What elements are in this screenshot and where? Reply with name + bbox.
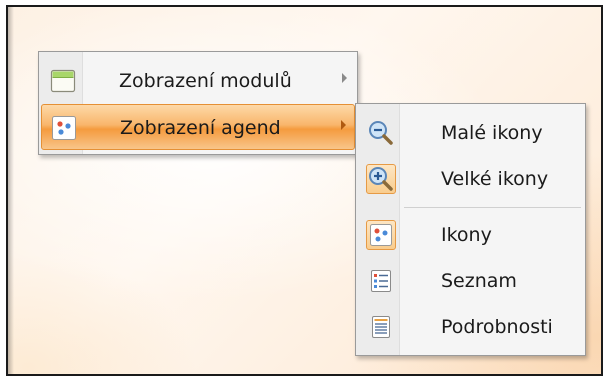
menu-item-zobrazeni-agend[interactable]: Zobrazení agend: [41, 104, 355, 150]
window-icon: [50, 68, 76, 94]
submenu-item-label: Ikony: [441, 224, 492, 246]
agenda-icons-icon: [51, 115, 77, 141]
details-view-icon: [367, 313, 395, 341]
menu-item-label: Zobrazení agend: [120, 117, 281, 139]
icons-view-icon: [366, 220, 396, 250]
view-submenu: Malé ikony Velké ikony Ikony Seznam Podr…: [355, 103, 586, 356]
submenu-item-label: Malé ikony: [441, 122, 543, 144]
window-shadow-edge: [8, 7, 14, 374]
submenu-item-velke-ikony[interactable]: Velké ikony: [358, 156, 583, 202]
submenu-item-ikony[interactable]: Ikony: [358, 212, 583, 258]
submenu-item-male-ikony[interactable]: Malé ikony: [358, 110, 583, 156]
menu-item-label: Zobrazení modulů: [119, 70, 292, 92]
zoom-in-icon: [366, 164, 396, 194]
submenu-item-label: Velké ikony: [441, 168, 549, 190]
zoom-out-icon: [367, 119, 395, 147]
screenshot-frame: Zobrazení modulů Zobrazení agend Malé ik…: [6, 5, 603, 376]
submenu-arrow-icon: [342, 73, 347, 83]
submenu-item-seznam[interactable]: Seznam: [358, 258, 583, 304]
submenu-item-label: Podrobnosti: [441, 316, 553, 338]
list-view-icon: [367, 267, 395, 295]
submenu-arrow-icon: [341, 120, 346, 130]
main-context-menu: Zobrazení modulů Zobrazení agend: [38, 51, 358, 155]
menu-separator: [404, 207, 581, 208]
menu-item-zobrazeni-modulu[interactable]: Zobrazení modulů: [41, 58, 355, 104]
submenu-item-label: Seznam: [441, 270, 517, 292]
submenu-item-podrobnosti[interactable]: Podrobnosti: [358, 304, 583, 350]
